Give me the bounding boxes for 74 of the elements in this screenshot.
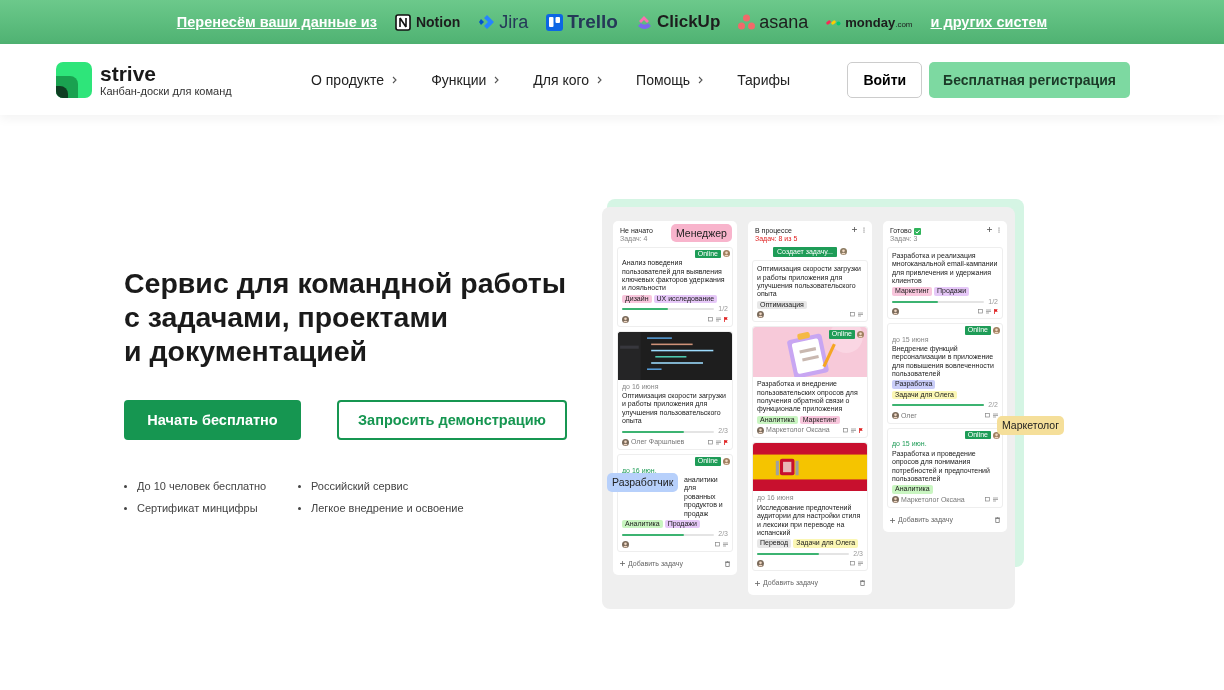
bullet-icon	[124, 484, 127, 488]
feature-text: До 10 человек бесплатно	[137, 480, 267, 492]
list-icon	[993, 413, 998, 419]
feature-text: Российский сервис	[311, 480, 409, 492]
avatar-icon	[892, 496, 899, 504]
start-free-button[interactable]: Начать бесплатно	[124, 400, 301, 440]
avatar-icon	[892, 308, 899, 316]
nav-link[interactable]: Помощь	[636, 71, 704, 88]
comment-icon	[708, 316, 713, 322]
avatar-icon	[723, 457, 730, 465]
bullet-icon	[298, 506, 301, 510]
hero-heading: Сервис для командной работы с задачами, проектами и документацией	[124, 266, 568, 368]
avatar-icon	[757, 426, 764, 434]
comment-icon	[850, 312, 855, 318]
list-icon	[716, 316, 721, 322]
bullet-icon	[298, 484, 301, 488]
brand-name: Trello	[567, 11, 618, 33]
plus-icon	[755, 580, 760, 586]
logo-icon	[56, 61, 92, 98]
logo-icon	[394, 13, 412, 31]
avatar-icon	[622, 438, 629, 446]
login-button[interactable]: Войти	[847, 61, 923, 98]
bullet-icon	[124, 506, 127, 510]
avatar-icon	[892, 412, 899, 420]
comment-icon	[978, 309, 983, 315]
avatar-icon	[993, 431, 1000, 439]
brand-tagline: Канбан-доски для команд	[100, 84, 232, 97]
role-label: Маркетолог	[997, 416, 1064, 435]
list-icon	[986, 309, 991, 315]
role-label: Разработчик	[607, 473, 679, 492]
avatar-icon	[757, 560, 764, 568]
logo-icon	[738, 13, 756, 31]
signup-button[interactable]: Бесплатная регистрация	[929, 61, 1130, 98]
avatar-icon	[757, 311, 764, 319]
role-label: Менеджер	[671, 224, 732, 242]
logo-icon	[546, 13, 564, 31]
avatar-icon	[993, 326, 1000, 334]
avatar-icon	[857, 330, 864, 338]
avatar-icon	[723, 250, 730, 258]
list-icon	[851, 427, 856, 433]
brand-name: monday.com	[845, 14, 913, 30]
avatar-icon	[622, 540, 629, 548]
plus-icon	[890, 517, 895, 523]
avatar-icon	[622, 315, 629, 323]
avatar-icon	[839, 248, 847, 256]
list-icon	[858, 561, 863, 567]
nav-link[interactable]: Функции	[431, 71, 500, 88]
trash-icon	[725, 560, 730, 567]
logo-icon	[826, 18, 842, 26]
comment-icon	[843, 427, 848, 433]
brand-name: asana	[759, 11, 809, 33]
comment-icon	[715, 541, 720, 547]
list-icon	[858, 312, 863, 318]
comment-icon	[708, 439, 713, 445]
comment-icon	[985, 413, 990, 419]
trash-icon	[995, 517, 1000, 524]
nav-link[interactable]: Для кого	[533, 71, 603, 88]
request-demo-button[interactable]: Запросить демонстрацию	[337, 400, 567, 440]
brand-name: strive	[100, 62, 158, 85]
brand-name: Notion	[415, 14, 461, 30]
nav-link[interactable]: Тарифы	[737, 71, 791, 88]
plus-icon	[620, 561, 625, 567]
nav-link[interactable]: О продукте	[311, 71, 398, 88]
list-icon	[716, 439, 721, 445]
brand-name: Jira	[499, 11, 529, 33]
list-icon	[993, 497, 998, 503]
brand-name: ClickUp	[656, 12, 721, 32]
comment-icon	[985, 497, 990, 503]
trash-icon	[860, 580, 865, 587]
logo-icon	[478, 13, 496, 31]
feature-text: Легкое внедрение и освоение	[311, 502, 464, 514]
feature-text: Сертификат минцифры	[137, 502, 258, 514]
list-icon	[723, 541, 728, 547]
comment-icon	[850, 561, 855, 567]
